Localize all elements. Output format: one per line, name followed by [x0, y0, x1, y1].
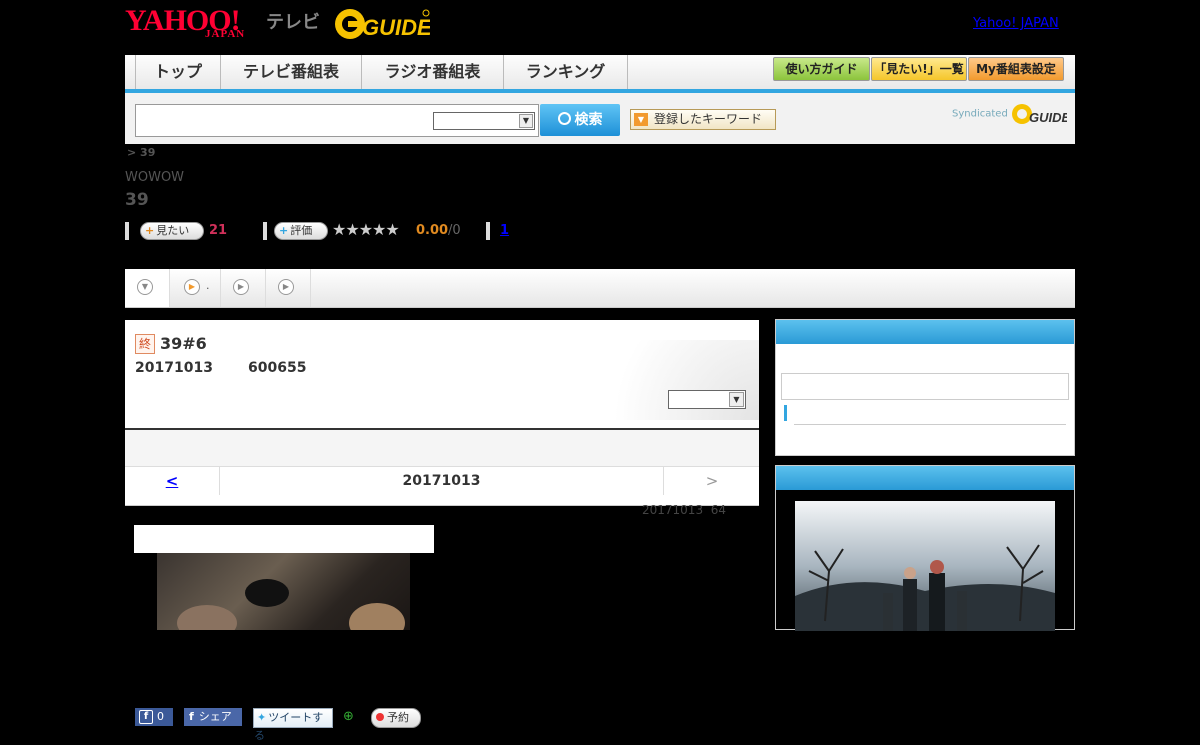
- tab-2-label: .: [206, 279, 210, 292]
- facebook-like-count: 0: [157, 710, 164, 723]
- twitter-bird-icon: ✦: [257, 711, 267, 724]
- sidebar-accent-bar: [784, 405, 787, 421]
- search-button-label: 検索: [574, 112, 603, 128]
- facebook-icon: f: [189, 710, 194, 723]
- my-schedule-settings-button[interactable]: My番組表設定: [968, 57, 1064, 81]
- sidebar-panel: [775, 319, 1075, 456]
- episode-info-box: [125, 430, 759, 466]
- search-icon: [557, 112, 571, 125]
- channel-name: WOWOW: [125, 170, 185, 185]
- add-icon[interactable]: ⊕: [343, 708, 359, 726]
- episode-title: 39#6: [160, 334, 207, 353]
- sidebar-panel-header: [776, 466, 1074, 490]
- rating-value: 0.00: [416, 223, 449, 238]
- rating-stars-icon: ★★★★★: [332, 220, 400, 239]
- yahoo-japan-logo-text: JAPAN: [205, 28, 246, 40]
- nav-tab-tv-schedule[interactable]: テレビ番組表: [221, 55, 362, 89]
- episode-date: 20171013: [135, 360, 213, 376]
- want-button-label: 見たい: [156, 224, 190, 237]
- program-photo: [157, 553, 410, 643]
- program-tabbar: ▼ ▶ . ▶ ▶: [125, 269, 1075, 308]
- reserve-button[interactable]: 予約: [371, 708, 421, 728]
- search-button[interactable]: 検索: [540, 104, 620, 136]
- episode-select[interactable]: ▼: [668, 390, 746, 409]
- svg-text:GUIDE: GUIDE: [1029, 110, 1067, 125]
- chevron-down-icon: ▼: [729, 392, 744, 407]
- next-date-link[interactable]: >: [663, 467, 760, 495]
- tab-episode[interactable]: ▼: [125, 269, 170, 307]
- episode-meta-line: 20171013 64: [642, 503, 726, 517]
- sidebar-panel-header: [776, 320, 1074, 344]
- gguide-logo[interactable]: GUIDE: [334, 7, 433, 41]
- sidebar-input[interactable]: [781, 373, 1069, 400]
- sidebar-panel-image: [775, 465, 1075, 631]
- tab-4[interactable]: ▶: [266, 269, 311, 307]
- registered-keywords-button[interactable]: ▼ 登録したキーワード: [630, 109, 776, 130]
- tv-logo-text: テレビ: [266, 12, 320, 33]
- play-icon: ▶: [233, 279, 249, 295]
- facebook-like-button[interactable]: f0: [135, 708, 173, 726]
- episode-id: 600655: [248, 360, 307, 376]
- svg-text:GUIDE: GUIDE: [362, 15, 430, 40]
- record-dot-icon: [376, 713, 384, 721]
- gguide-small-logo-icon: GUIDE: [1012, 104, 1071, 125]
- divider: [263, 222, 267, 240]
- divider: [794, 424, 1066, 425]
- dropdown-arrow-icon: ▼: [634, 113, 648, 126]
- promo-image[interactable]: [795, 501, 1055, 631]
- usage-guide-button[interactable]: 使い方ガイド: [773, 57, 870, 81]
- divider: [486, 222, 490, 240]
- current-date: 20171013: [402, 473, 481, 489]
- plus-icon: +: [145, 224, 155, 237]
- syndicated-label: Syndicated: [952, 108, 1008, 120]
- search-category-select[interactable]: ▼: [433, 112, 535, 130]
- rate-button-label: 評価: [290, 224, 313, 237]
- facebook-share-button[interactable]: f シェア: [184, 708, 242, 726]
- nav-tab-ranking[interactable]: ランキング: [504, 55, 628, 89]
- search-bar: ▼ 検索 ▼ 登録したキーワード Syndicated GUIDE: [125, 93, 1075, 144]
- prev-date-link[interactable]: <: [125, 467, 220, 495]
- syndicated-gguide-logo: Syndicated GUIDE: [952, 103, 1071, 125]
- play-icon: ▶: [184, 279, 200, 295]
- breadcrumb: > 39: [127, 146, 156, 159]
- plus-icon: +: [279, 224, 289, 237]
- rate-button[interactable]: + 評価: [274, 222, 328, 240]
- yahoo-japan-link[interactable]: Yahoo! JAPAN: [973, 16, 1059, 31]
- want-button[interactable]: + 見たい: [140, 222, 204, 240]
- want-count: 21: [209, 223, 228, 238]
- nav-tab-top[interactable]: トップ: [136, 55, 221, 89]
- link-count[interactable]: 1: [500, 223, 509, 238]
- image-caption-box: [134, 525, 434, 553]
- program-title: 39: [125, 190, 149, 210]
- main-nav: トップ テレビ番組表 ラジオ番組表 ランキング 使い方ガイド 「見たい!」一覧 …: [125, 55, 1075, 93]
- facebook-icon: f: [139, 710, 153, 724]
- registered-keywords-label: 登録したキーワード: [654, 112, 763, 126]
- chevron-down-icon: ▼: [137, 279, 153, 295]
- rating-count: /0: [448, 223, 461, 238]
- facebook-share-label: シェア: [198, 710, 232, 723]
- episode-card: 終 39#6 20171013 600655 f0 f シェア ✦ ツイートする ⊕…: [125, 320, 759, 742]
- divider: [125, 222, 129, 240]
- status-badge: 終: [135, 334, 155, 354]
- reserve-label: 予約: [387, 711, 409, 724]
- tab-3[interactable]: ▶: [221, 269, 266, 307]
- tab-2[interactable]: ▶ .: [170, 269, 221, 307]
- want-list-button[interactable]: 「見たい!」一覧: [871, 57, 967, 81]
- date-navigation: < 20171013 >: [125, 466, 759, 506]
- chevron-down-icon: ▼: [519, 114, 533, 128]
- nav-tab-radio-schedule[interactable]: ラジオ番組表: [362, 55, 504, 89]
- tweet-button[interactable]: ✦ ツイートする: [253, 708, 333, 742]
- play-icon: ▶: [278, 279, 294, 295]
